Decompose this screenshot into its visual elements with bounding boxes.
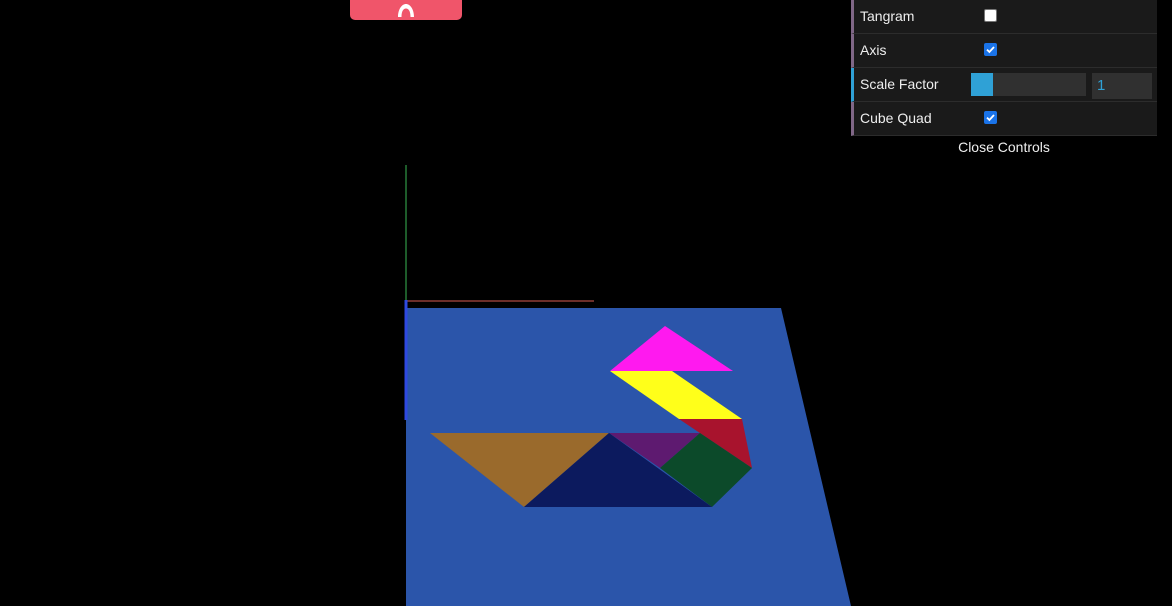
scale-factor-slider[interactable] (971, 73, 1086, 96)
checkmark-icon (986, 46, 995, 54)
tangram-label: Tangram (860, 8, 915, 24)
checkmark-icon (986, 114, 995, 122)
tangram-checkbox[interactable] (984, 9, 997, 22)
chevron-up-icon (398, 4, 414, 17)
axis-label: Axis (860, 42, 887, 58)
webgl-canvas[interactable]: Tangram Axis Scale Factor 1 Cube Quad Cl… (0, 0, 1172, 606)
close-controls-button[interactable]: Close Controls (851, 136, 1157, 159)
scale-factor-slider-fill (971, 73, 993, 96)
toggle-tab-button[interactable] (350, 0, 462, 20)
axis-checkbox[interactable] (984, 43, 997, 56)
cube-quad-label: Cube Quad (860, 110, 932, 126)
axis-control[interactable]: Axis (851, 34, 1157, 68)
cube-quad-control[interactable]: Cube Quad (851, 102, 1157, 136)
scale-factor-control[interactable]: Scale Factor 1 (851, 68, 1157, 102)
tangram-control[interactable]: Tangram (851, 0, 1157, 34)
controls-panel: Tangram Axis Scale Factor 1 Cube Quad Cl… (851, 0, 1157, 159)
scale-factor-input[interactable]: 1 (1092, 73, 1152, 99)
cube-quad-checkbox[interactable] (984, 111, 997, 124)
scale-factor-label: Scale Factor (860, 76, 939, 92)
